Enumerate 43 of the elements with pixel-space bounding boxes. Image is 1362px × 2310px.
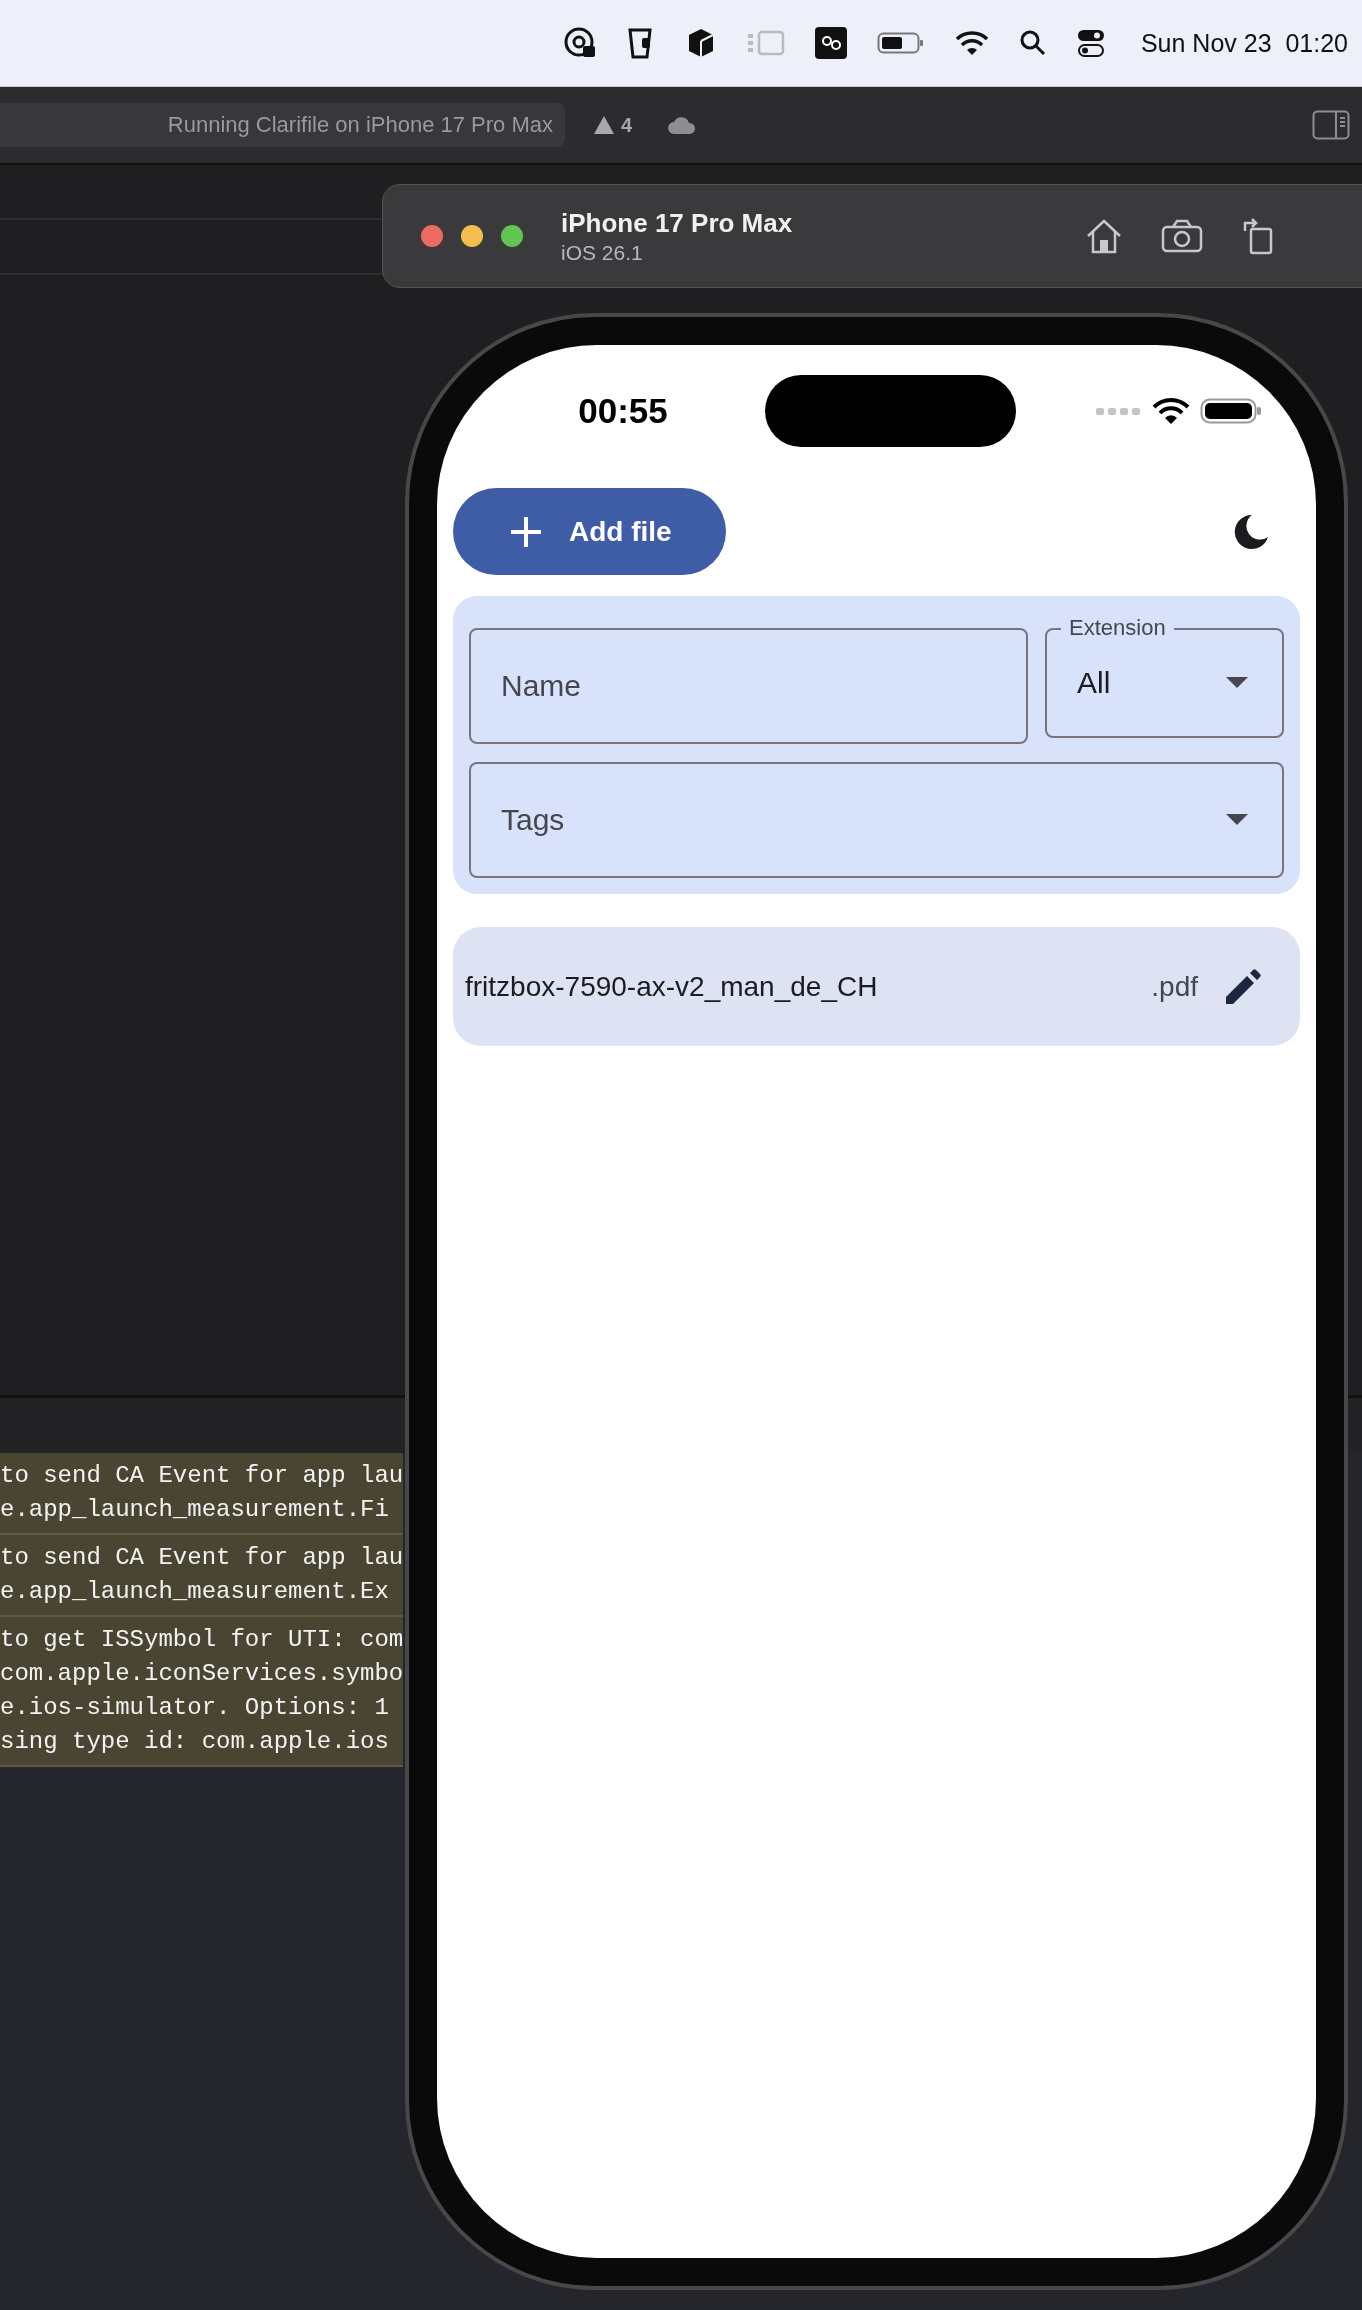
search-icon[interactable] xyxy=(1018,29,1047,57)
warning-count[interactable]: 4 xyxy=(621,113,633,137)
simulator-title: iPhone 17 Pro Max xyxy=(561,207,793,239)
close-button[interactable] xyxy=(421,225,443,247)
menu-bar-clock: Sun Nov 23 01:20 xyxy=(1140,28,1348,58)
simulator-subtitle: iOS 26.1 xyxy=(561,240,644,265)
name-field[interactable]: Name xyxy=(469,628,1028,744)
moon-icon[interactable] xyxy=(1232,512,1270,551)
log-line: to send CA Event for app lau xyxy=(0,1543,403,1573)
inspector-icon[interactable] xyxy=(1312,110,1350,140)
log-line: com.apple.iconServices.symbo xyxy=(0,1659,403,1689)
wifi-icon xyxy=(1152,396,1190,425)
minimize-button[interactable] xyxy=(461,225,483,247)
pencil-icon[interactable] xyxy=(1224,967,1262,1006)
plus-icon xyxy=(509,514,543,549)
log-line: to get ISSymbol for UTI: com xyxy=(0,1625,403,1655)
warning-icon[interactable] xyxy=(593,115,615,135)
log-line: e.app_launch_measurement.Ex xyxy=(0,1577,390,1607)
log-line: e.ios-simulator. Options: 1 xyxy=(0,1693,390,1723)
battery-icon[interactable] xyxy=(876,31,925,55)
log-line: e.app_launch_measurement.Fi xyxy=(0,1495,390,1525)
status-time: 00:55 xyxy=(577,390,669,431)
tags-dropdown[interactable]: Tags xyxy=(469,762,1284,878)
camera-icon[interactable] xyxy=(1161,219,1203,253)
activity-status: Running Clarifile on iPhone 17 Pro Max xyxy=(0,103,565,147)
add-file-button[interactable]: Add file xyxy=(453,488,726,575)
dropdown-arrow-icon xyxy=(1226,814,1248,826)
battery-icon xyxy=(1200,396,1262,425)
home-icon[interactable] xyxy=(1085,218,1123,254)
dropdown-arrow-icon xyxy=(1226,677,1248,689)
app-icon[interactable] xyxy=(814,27,847,59)
at-lock-icon[interactable] xyxy=(562,26,597,60)
file-card[interactable]: fritzbox-7590-ax-v2_man_de_CH .pdf xyxy=(453,927,1300,1046)
log-line: to send CA Event for app lau xyxy=(0,1461,403,1491)
signal-icon xyxy=(1096,406,1142,415)
wifi-icon[interactable] xyxy=(954,30,989,56)
file-name: fritzbox-7590-ax-v2_man_de_CH xyxy=(465,970,879,1003)
zoom-button[interactable] xyxy=(501,225,523,247)
shield-icon[interactable] xyxy=(626,26,655,60)
log-line: sing type id: com.apple.ios xyxy=(0,1727,390,1757)
toggle-icon[interactable] xyxy=(1076,28,1105,58)
file-extension: .pdf xyxy=(1151,970,1198,1003)
rotate-icon[interactable] xyxy=(1241,217,1275,255)
